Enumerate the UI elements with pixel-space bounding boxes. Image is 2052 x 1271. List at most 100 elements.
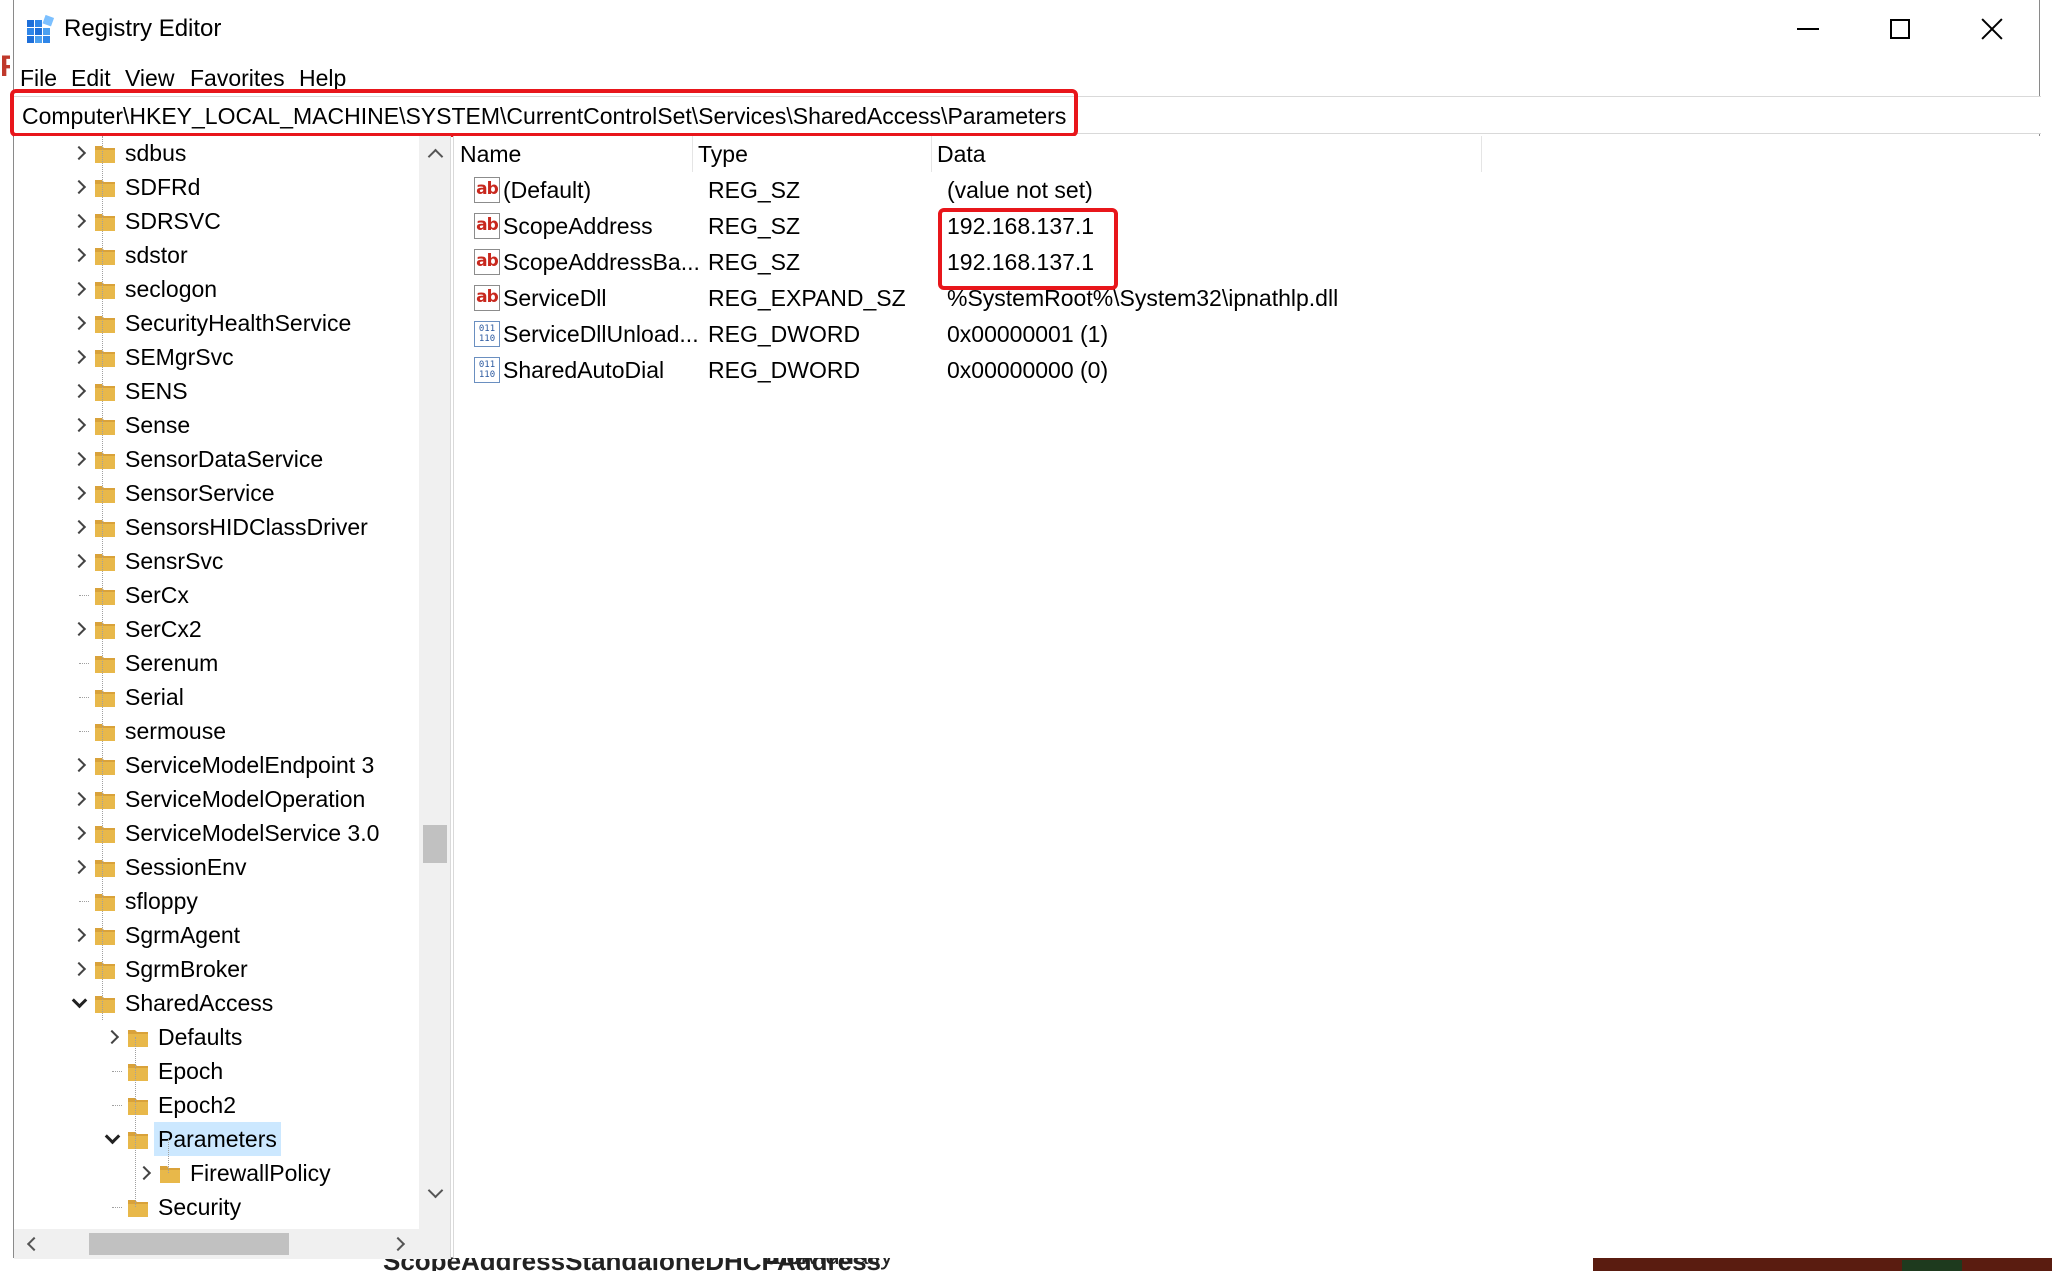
- value-row[interactable]: ab ScopeAddress REG_SZ 192.168.137.1: [454, 208, 2041, 244]
- expand-toggle[interactable]: [69, 476, 89, 510]
- column-header-type[interactable]: Type: [692, 136, 931, 172]
- value-type: REG_DWORD: [708, 357, 861, 383]
- expand-toggle[interactable]: [69, 442, 89, 476]
- expand-toggle[interactable]: [69, 816, 89, 850]
- expand-toggle[interactable]: [69, 850, 89, 884]
- expand-toggle[interactable]: [69, 374, 89, 408]
- tree-node-semgrsvc[interactable]: SEMgrSvc: [14, 340, 419, 374]
- value-row[interactable]: 011 110 ServiceDllUnload... REG_DWORD 0x0000…: [454, 316, 2041, 352]
- folder-icon: [95, 724, 115, 741]
- tree-node-seclogon[interactable]: seclogon: [14, 272, 419, 306]
- tree-node-sercx[interactable]: SerCx: [14, 578, 419, 612]
- expand-toggle[interactable]: [69, 340, 89, 374]
- tree-node-sgrmagent[interactable]: SgrmAgent: [14, 918, 419, 952]
- tree-node-sense[interactable]: Sense: [14, 408, 419, 442]
- scroll-right-button[interactable]: [384, 1229, 418, 1259]
- tree-connector-line: [112, 1105, 122, 1106]
- folder-icon: [95, 588, 115, 605]
- tree-node-sens[interactable]: SENS: [14, 374, 419, 408]
- tree-node-serenum[interactable]: Serenum: [14, 646, 419, 680]
- tree-node-label: SensrSvc: [125, 548, 224, 574]
- tree-vertical-scrollbar[interactable]: [419, 136, 450, 1229]
- tree-node-servicemodelendpoint-3[interactable]: ServiceModelEndpoint 3: [14, 748, 419, 782]
- tree-node-sharedaccess[interactable]: SharedAccess: [14, 986, 419, 1020]
- tree-node-sercx2[interactable]: SerCx2: [14, 612, 419, 646]
- tree-node-servicemodeloperation[interactable]: ServiceModelOperation: [14, 782, 419, 816]
- folder-icon: [95, 894, 115, 911]
- menu-help[interactable]: Help: [299, 62, 346, 94]
- tree-node-epoch2[interactable]: Epoch2: [14, 1088, 419, 1122]
- tree-node-sessionenv[interactable]: SessionEnv: [14, 850, 419, 884]
- scroll-down-button[interactable]: [419, 1176, 450, 1210]
- chevron-down-icon: [104, 1128, 120, 1144]
- tree-node-firewallpolicy[interactable]: FirewallPolicy: [14, 1156, 419, 1190]
- values-list-pane[interactable]: Name Type Data ab (Default) REG_SZ (value n…: [453, 136, 2041, 1258]
- expand-toggle[interactable]: [69, 748, 89, 782]
- expand-toggle[interactable]: [69, 544, 89, 578]
- tree-horizontal-scroll-thumb[interactable]: [89, 1233, 289, 1255]
- tree-node-sfloppy[interactable]: sfloppy: [14, 884, 419, 918]
- expand-toggle[interactable]: [69, 918, 89, 952]
- tree-node-sensrsvc[interactable]: SensrSvc: [14, 544, 419, 578]
- expand-toggle[interactable]: [69, 136, 89, 170]
- expand-toggle[interactable]: [102, 1020, 122, 1054]
- chevron-down-icon: [71, 992, 87, 1008]
- tree-node-securityhealthservice[interactable]: SecurityHealthService: [14, 306, 419, 340]
- tree-vertical-scroll-thumb[interactable]: [423, 825, 447, 863]
- expand-toggle[interactable]: [69, 204, 89, 238]
- tree-node-sermouse[interactable]: sermouse: [14, 714, 419, 748]
- expand-toggle[interactable]: [69, 612, 89, 646]
- value-row[interactable]: ab (Default) REG_SZ (value not set): [454, 172, 2041, 208]
- tree-node-sdfrd[interactable]: SDFRd: [14, 170, 419, 204]
- expand-toggle[interactable]: [69, 306, 89, 340]
- column-header-data[interactable]: Data: [931, 136, 1481, 172]
- value-row[interactable]: ab ScopeAddressBa... REG_SZ 192.168.137.1: [454, 244, 2041, 280]
- address-path[interactable]: Computer\HKEY_LOCAL_MACHINE\SYSTEM\Curre…: [22, 101, 1066, 131]
- tree-node-sgrmbroker[interactable]: SgrmBroker: [14, 952, 419, 986]
- menu-favorites[interactable]: Favorites: [190, 62, 285, 94]
- tree-node-defaults[interactable]: Defaults: [14, 1020, 419, 1054]
- tree-node-epoch[interactable]: Epoch: [14, 1054, 419, 1088]
- folder-icon: [95, 690, 115, 707]
- tree-node-servicemodelservice-3-0[interactable]: ServiceModelService 3.0: [14, 816, 419, 850]
- scroll-left-button[interactable]: [14, 1229, 48, 1259]
- value-data: %SystemRoot%\System32\ipnathlp.dll: [947, 285, 1339, 311]
- expand-toggle[interactable]: [69, 986, 89, 1020]
- close-button[interactable]: [1946, 0, 2038, 58]
- value-row[interactable]: 011 110 SharedAutoDial REG_DWORD 0x00000000 …: [454, 352, 2041, 388]
- column-header-name[interactable]: Name: [454, 136, 692, 172]
- tree-node-sdbus[interactable]: sdbus: [14, 136, 419, 170]
- binary-glyph-bottom: 110: [478, 334, 496, 344]
- expand-toggle[interactable]: [134, 1156, 154, 1190]
- value-row[interactable]: ab ServiceDll REG_EXPAND_SZ %SystemRoot%\Sy…: [454, 280, 2041, 316]
- tree-horizontal-scrollbar[interactable]: [14, 1229, 451, 1259]
- chevron-right-icon: [71, 961, 87, 977]
- tree-node-sensorservice[interactable]: SensorService: [14, 476, 419, 510]
- tree-node-sdrsvc[interactable]: SDRSVC: [14, 204, 419, 238]
- expand-toggle[interactable]: [69, 170, 89, 204]
- maximize-button[interactable]: [1854, 0, 1946, 58]
- tree-node-sensorshidclassdriver[interactable]: SensorsHIDClassDriver: [14, 510, 419, 544]
- expand-toggle[interactable]: [69, 408, 89, 442]
- folder-icon: [128, 1030, 148, 1047]
- tree-node-parameters[interactable]: Parameters: [14, 1122, 419, 1156]
- tree-node-serial[interactable]: Serial: [14, 680, 419, 714]
- scroll-up-button[interactable]: [419, 136, 450, 170]
- menu-edit[interactable]: Edit: [71, 62, 111, 94]
- tree-node-sdstor[interactable]: sdstor: [14, 238, 419, 272]
- menu-view[interactable]: View: [125, 62, 174, 94]
- expand-toggle[interactable]: [69, 782, 89, 816]
- expand-toggle[interactable]: [69, 238, 89, 272]
- menu-file[interactable]: File: [20, 62, 57, 94]
- expand-toggle[interactable]: [69, 272, 89, 306]
- expand-toggle[interactable]: [69, 952, 89, 986]
- expand-toggle[interactable]: [69, 510, 89, 544]
- tree-node-sensordataservice[interactable]: SensorDataService: [14, 442, 419, 476]
- title-bar[interactable]: Registry Editor: [14, 0, 2039, 60]
- minimize-button[interactable]: [1762, 0, 1854, 58]
- tree-node-security[interactable]: Security: [14, 1190, 419, 1224]
- column-divider[interactable]: [1481, 136, 1482, 172]
- expand-toggle[interactable]: [102, 1122, 122, 1156]
- address-bar[interactable]: Computer\HKEY_LOCAL_MACHINE\SYSTEM\Curre…: [14, 96, 2041, 134]
- folder-icon: [95, 282, 115, 299]
